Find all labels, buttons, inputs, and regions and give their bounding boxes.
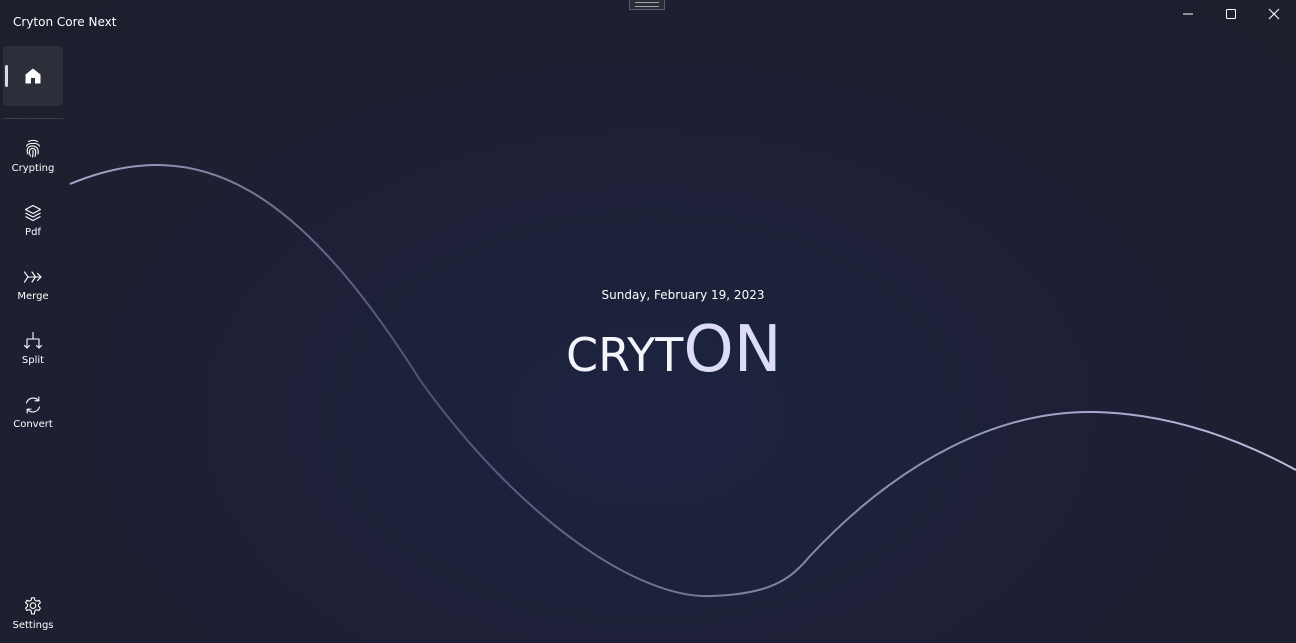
maximize-button[interactable]	[1209, 0, 1253, 28]
nav-item-merge[interactable]: Merge	[3, 261, 63, 319]
selection-indicator	[5, 65, 8, 87]
logo-text-part2: ON	[683, 313, 782, 387]
logo-text-part1: CRYT	[566, 328, 684, 382]
nav-item-label: Settings	[12, 620, 54, 631]
layers-icon	[23, 203, 43, 223]
nav-item-label: Crypting	[11, 163, 55, 174]
minimize-button[interactable]	[1166, 0, 1210, 28]
drag-handle-grip	[635, 1, 659, 7]
nav-item-label: Pdf	[25, 227, 41, 238]
close-icon	[1268, 8, 1280, 20]
nav-item-convert[interactable]: Convert	[3, 389, 63, 447]
split-icon	[23, 331, 43, 351]
nav-item-label: Split	[21, 355, 45, 366]
gear-icon	[23, 596, 43, 616]
fingerprint-icon	[23, 139, 43, 159]
date-text: Sunday, February 19, 2023	[601, 288, 765, 302]
nav-item-pdf[interactable]: Pdf	[3, 197, 63, 255]
minimize-icon	[1183, 13, 1193, 15]
nav-item-label: Convert	[13, 419, 53, 430]
nav-item-crypting[interactable]: Crypting	[3, 133, 63, 191]
nav-item-label: Merge	[17, 291, 49, 302]
merge-icon	[23, 267, 43, 287]
nav-item-home[interactable]	[3, 46, 63, 106]
nav-item-settings[interactable]: Settings	[3, 590, 63, 643]
sync-icon	[23, 395, 43, 415]
nav-pane: Crypting Pdf Merge Split Convert Setting…	[0, 0, 66, 643]
app-window: Cryton Core Next Crypting Pdf Merge Spli…	[0, 0, 1296, 643]
home-icon	[25, 68, 41, 84]
nav-item-split[interactable]: Split	[3, 325, 63, 383]
close-button[interactable]	[1252, 0, 1296, 28]
drag-handle[interactable]	[629, 0, 665, 10]
maximize-icon	[1226, 9, 1236, 19]
nav-separator	[3, 118, 63, 119]
app-logo: CRYTON	[566, 318, 782, 382]
